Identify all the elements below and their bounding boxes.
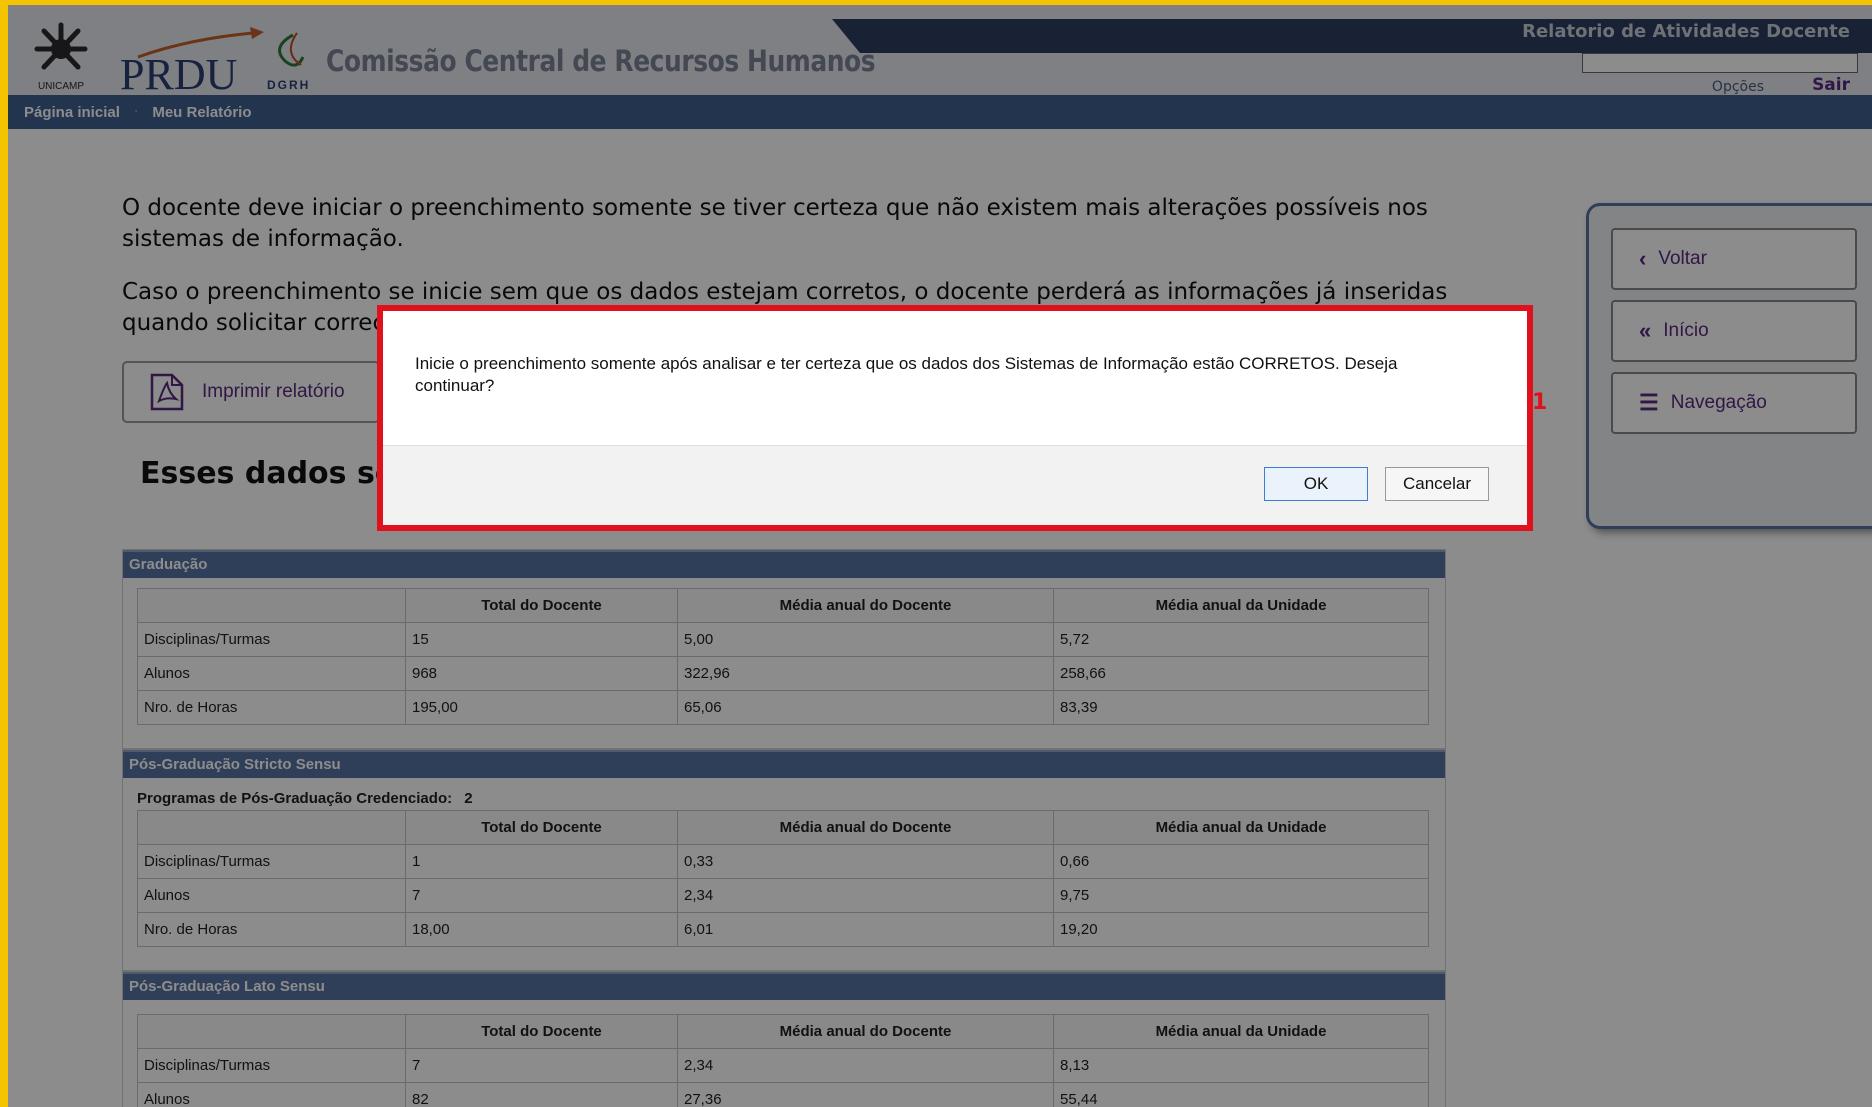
dialog-message: Inicie o preenchimento somente após anal… [415,354,1398,395]
annotation-marker: 1 [1532,390,1548,415]
ok-button[interactable]: OK [1264,467,1368,501]
cancel-button[interactable]: Cancelar [1385,467,1489,501]
modal-backdrop [8,5,1872,1107]
confirm-dialog: Inicie o preenchimento somente após anal… [377,305,1533,531]
dialog-footer: OK Cancelar [383,445,1527,525]
app-window: UNICAMP PRDU DGRH Comissão Central de Re… [8,5,1872,1107]
